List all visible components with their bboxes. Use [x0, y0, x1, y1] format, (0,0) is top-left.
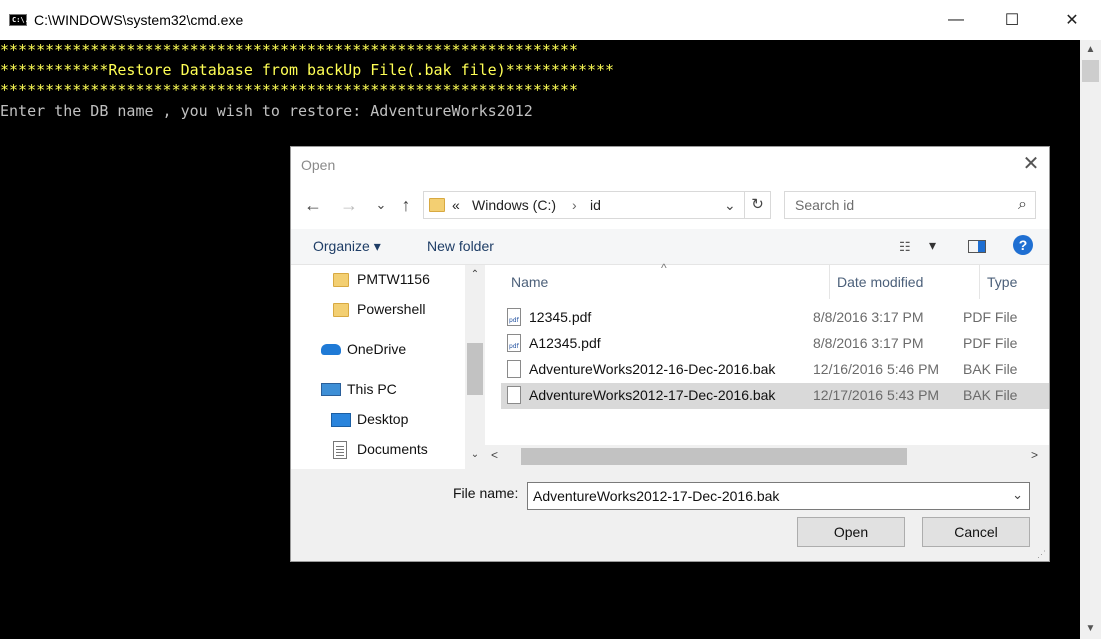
- file-icon: [507, 360, 521, 378]
- cloud-icon: [321, 344, 341, 355]
- pdf-icon: pdf: [507, 334, 521, 352]
- maximize-button[interactable]: ☐: [983, 0, 1041, 40]
- file-type: PDF File: [963, 335, 1018, 351]
- nav-item-powershell[interactable]: Powershell: [291, 295, 461, 325]
- file-name-label: File name:: [453, 485, 519, 501]
- nav-item-pmtw1156[interactable]: PMTW1156: [291, 265, 461, 295]
- refresh-icon[interactable]: ↻: [745, 191, 771, 219]
- folder-icon: [333, 273, 349, 287]
- navigation-pane-scrollbar[interactable]: ⌃ ⌄: [465, 265, 485, 469]
- column-divider[interactable]: [979, 265, 980, 299]
- resize-grip-icon[interactable]: ⋰: [1037, 549, 1047, 559]
- navigation-pane[interactable]: PMTW1156 Powershell OneDrive This PC Des…: [291, 265, 485, 469]
- scroll-down-icon[interactable]: ▼: [1080, 619, 1101, 639]
- file-row[interactable]: AdventureWorks2012-16-Dec-2016.bak 12/16…: [501, 357, 1049, 383]
- recent-locations-chevron-icon[interactable]: ⌄: [369, 193, 393, 217]
- breadcrumb-separator-icon: ›: [572, 197, 577, 213]
- minimize-button[interactable]: —: [927, 0, 985, 40]
- new-folder-button[interactable]: New folder: [427, 238, 494, 254]
- sort-ascending-icon: ^: [661, 261, 667, 275]
- dialog-title: Open: [301, 157, 336, 173]
- file-type: BAK File: [963, 387, 1018, 403]
- file-type: BAK File: [963, 361, 1018, 377]
- search-input[interactable]: Search id: [795, 197, 854, 213]
- file-list-horizontal-scrollbar[interactable]: < >: [485, 445, 1049, 469]
- column-header-date-modified[interactable]: Date modified: [837, 265, 923, 299]
- scroll-up-icon[interactable]: ▲: [1080, 40, 1101, 60]
- address-bar[interactable]: « Windows (C:) › id ⌄: [423, 191, 745, 219]
- file-name: A12345.pdf: [529, 335, 601, 351]
- desktop-icon: [331, 413, 351, 427]
- file-list[interactable]: ^ Name Date modified Type pdf 12345.pdf …: [485, 261, 1049, 445]
- dialog-close-button[interactable]: ✕: [1017, 151, 1045, 177]
- file-name: AdventureWorks2012-17-Dec-2016.bak: [529, 387, 776, 403]
- address-overflow[interactable]: «: [452, 197, 460, 213]
- nav-item-documents[interactable]: Documents: [291, 435, 461, 465]
- console-banner-line: ****************************************…: [0, 81, 578, 99]
- file-row[interactable]: pdf A12345.pdf 8/8/2016 3:17 PM PDF File: [501, 331, 1049, 357]
- scroll-down-icon[interactable]: ⌄: [465, 449, 485, 460]
- command-toolbar: Organize ▾ New folder ☷ ▾ ?: [291, 229, 1049, 265]
- file-name: AdventureWorks2012-16-Dec-2016.bak: [529, 361, 776, 377]
- address-chevron-down-icon[interactable]: ⌄: [724, 197, 736, 214]
- dialog-titlebar[interactable]: Open ✕: [291, 147, 1049, 181]
- cmd-window-title: C:\WINDOWS\system32\cmd.exe: [34, 12, 244, 28]
- scrollbar-thumb[interactable]: [521, 448, 907, 465]
- folder-icon: [429, 198, 445, 212]
- open-button[interactable]: Open: [797, 517, 905, 547]
- scroll-left-icon[interactable]: <: [491, 448, 498, 462]
- navigation-bar: ← → ⌄ ↑ « Windows (C:) › id ⌄ ↻ Search i…: [291, 181, 1049, 229]
- chevron-down-icon[interactable]: ⌄: [1012, 487, 1023, 503]
- scrollbar-thumb[interactable]: [467, 343, 483, 395]
- cmd-titlebar[interactable]: C:\. C:\WINDOWS\system32\cmd.exe — ☐ ✕: [0, 0, 1101, 40]
- file-date: 8/8/2016 3:17 PM: [813, 309, 924, 325]
- cmd-app-icon: C:\.: [9, 14, 29, 26]
- file-name: 12345.pdf: [529, 309, 592, 325]
- file-name-value[interactable]: AdventureWorks2012-17-Dec-2016.bak: [533, 488, 779, 504]
- scroll-right-icon[interactable]: >: [1031, 448, 1038, 462]
- column-divider[interactable]: [829, 265, 830, 299]
- file-date: 8/8/2016 3:17 PM: [813, 335, 924, 351]
- file-row[interactable]: pdf 12345.pdf 8/8/2016 3:17 PM PDF File: [501, 305, 1049, 331]
- console-prompt-line: Enter the DB name , you wish to restore:…: [0, 102, 533, 120]
- breadcrumb-id[interactable]: id: [590, 197, 601, 213]
- console-scrollbar[interactable]: ▲ ▼: [1080, 40, 1101, 639]
- nav-item-desktop[interactable]: Desktop: [291, 405, 461, 435]
- dialog-footer: File name: AdventureWorks2012-17-Dec-201…: [291, 469, 1049, 561]
- file-date: 12/16/2016 5:46 PM: [813, 361, 940, 377]
- nav-item-this-pc[interactable]: This PC: [291, 375, 461, 405]
- scrollbar-thumb[interactable]: [1082, 60, 1099, 82]
- forward-arrow-icon[interactable]: →: [337, 193, 361, 217]
- file-date: 12/17/2016 5:43 PM: [813, 387, 940, 403]
- organize-button[interactable]: Organize ▾: [313, 238, 381, 255]
- view-options-icon[interactable]: ☷: [899, 239, 911, 255]
- console-banner-line: ****************************************…: [0, 41, 578, 59]
- documents-icon: [333, 441, 347, 459]
- console-banner-title: ************Restore Database from backUp…: [0, 61, 615, 79]
- file-name-field[interactable]: AdventureWorks2012-17-Dec-2016.bak ⌄: [527, 482, 1030, 510]
- cancel-button[interactable]: Cancel: [922, 517, 1030, 547]
- open-file-dialog: Open ✕ ← → ⌄ ↑ « Windows (C:) › id ⌄ ↻ S…: [290, 146, 1050, 562]
- up-arrow-icon[interactable]: ↑: [394, 193, 418, 217]
- breadcrumb-windows-c[interactable]: Windows (C:): [472, 197, 556, 213]
- file-row-selected[interactable]: AdventureWorks2012-17-Dec-2016.bak 12/17…: [501, 383, 1049, 409]
- computer-icon: [321, 383, 341, 396]
- back-arrow-icon[interactable]: ←: [301, 193, 325, 217]
- search-icon: ⌕: [1018, 196, 1027, 213]
- close-button[interactable]: ✕: [1043, 0, 1101, 40]
- folder-icon: [333, 303, 349, 317]
- help-icon[interactable]: ?: [1013, 235, 1033, 255]
- column-header-name[interactable]: Name: [511, 265, 548, 299]
- pdf-icon: pdf: [507, 308, 521, 326]
- scroll-up-icon[interactable]: ⌃: [465, 269, 485, 280]
- view-dropdown-icon[interactable]: ▾: [929, 237, 936, 254]
- preview-pane-icon[interactable]: [968, 240, 986, 253]
- file-icon: [507, 386, 521, 404]
- search-box[interactable]: Search id ⌕: [784, 191, 1036, 219]
- nav-item-onedrive[interactable]: OneDrive: [291, 335, 461, 365]
- column-header-type[interactable]: Type: [987, 265, 1017, 299]
- file-type: PDF File: [963, 309, 1018, 325]
